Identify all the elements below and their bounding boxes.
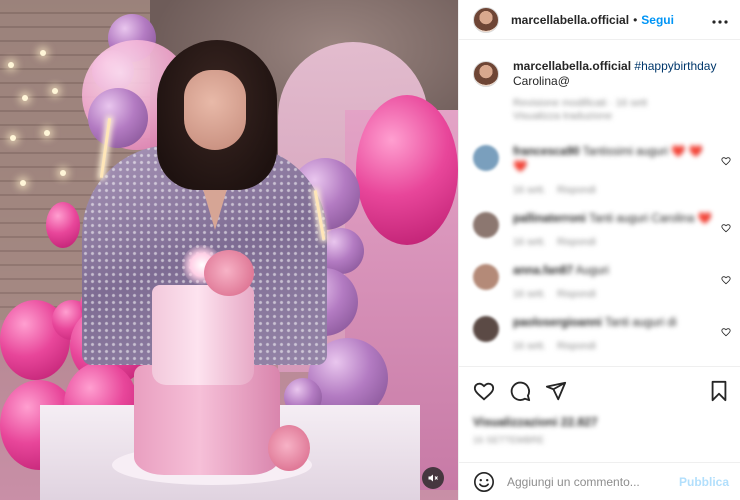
reply-link[interactable]: Rispondi [557,237,596,248]
caption-text: Carolina@ [513,74,570,88]
caption-meta: Revisione modificati · 16 sett [513,97,648,109]
caption-hashtag[interactable]: #happybirthday [634,59,716,73]
reply-link[interactable]: Rispondi [557,341,596,352]
cake-flower [204,250,254,296]
comment-time: 16 sett. [513,185,546,196]
post-media[interactable] [0,0,458,500]
add-comment-bar: Pubblica [459,462,740,500]
reply-link[interactable]: Rispondi [557,185,596,196]
translate-link[interactable]: Visualizza traduzione [513,110,716,123]
speaker-muted-icon [428,474,438,482]
bookmark-icon[interactable] [709,380,729,402]
small-heart-icon[interactable] [721,153,731,171]
mute-button[interactable] [422,467,444,489]
smiley-icon[interactable] [473,471,495,493]
comment-text: Tanti auguri di [604,317,677,329]
small-heart-icon[interactable] [721,324,731,342]
small-heart-icon[interactable] [721,272,731,290]
commenter-username[interactable]: pallinaterroni [513,213,586,225]
balloon [356,95,458,245]
follow-button[interactable]: Segui [641,13,674,27]
more-dots-icon[interactable] [712,11,728,29]
comment-text: Tanti auguri Carolina ❤️ [588,213,712,225]
post-actions: Visualizzazioni 22.827 16 SETTEMBRE [459,366,740,445]
commenter-avatar[interactable] [473,316,499,342]
commenter-username[interactable]: anna.fan87 [513,265,573,277]
post-caption: marcellabella.official #happybirthday Ca… [459,41,740,123]
caption-avatar[interactable] [473,61,499,87]
post-date: 16 SETTEMBRE [473,435,545,445]
commenter-username[interactable]: paolosergioanni [513,317,602,329]
comments-list[interactable]: marcellabella.official #happybirthday Ca… [459,41,740,366]
heart-icon[interactable] [473,380,495,402]
comment-item: francesca90 Tantissimi auguri ❤️ ❤️ ❤️ 1… [459,145,740,198]
comment-item: paolosergioanni Tanti auguri di 16 sett.… [459,316,740,354]
small-heart-icon[interactable] [721,220,731,238]
post-header: marcellabella.official • Segui [459,0,740,40]
caption-username[interactable]: marcellabella.official [513,59,631,73]
speech-bubble-icon[interactable] [509,380,531,402]
separator-dot: • [633,12,638,27]
comment-time: 16 sett. [513,341,546,352]
commenter-avatar[interactable] [473,212,499,238]
comment-time: 16 sett. [513,289,546,300]
post-comment-button[interactable]: Pubblica [679,475,729,489]
comment-input[interactable] [507,474,667,489]
post-side-panel: marcellabella.official • Segui marcellab… [458,0,740,500]
comment-item: pallinaterroni Tanti auguri Carolina ❤️ … [459,212,740,250]
cake-flower [268,425,310,471]
comment-text: Auguri [575,265,609,277]
author-username[interactable]: marcellabella.official [511,13,629,27]
views-count[interactable]: Visualizzazioni 22.827 [473,415,729,429]
commenter-avatar[interactable] [473,145,499,171]
reply-link[interactable]: Rispondi [557,289,596,300]
comment-time: 16 sett. [513,237,546,248]
commenter-username[interactable]: francesca90 [513,146,580,158]
cake-top-tier [152,285,254,385]
comment-item: anna.fan87 Auguri 16 sett. Rispondi [459,264,740,302]
author-avatar[interactable] [473,6,499,33]
face [184,70,246,150]
commenter-avatar[interactable] [473,264,499,290]
paper-plane-icon[interactable] [545,380,567,402]
